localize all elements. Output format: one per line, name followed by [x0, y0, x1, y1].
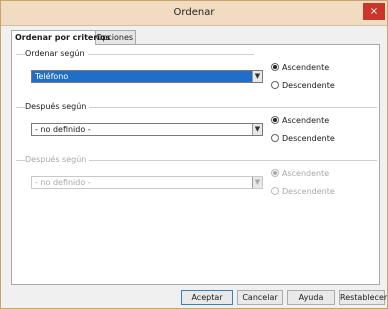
sort-key-2-descending-radio[interactable]: Descendente: [271, 134, 335, 144]
reset-button[interactable]: Restablecer: [339, 290, 387, 305]
sort-key-3-descending-radio[interactable]: Descendente: [271, 187, 335, 197]
sort-key-2-ascending-radio[interactable]: Ascendente: [271, 116, 329, 126]
sort-key-1-value: Teléfono: [35, 72, 69, 81]
help-button[interactable]: Ayuda: [287, 290, 335, 305]
sort-key-2-label: Después según: [25, 102, 90, 111]
sort-dialog: Ordenar × Ordenar por criterios Opciones…: [0, 0, 388, 309]
radio-label: Descendente: [282, 134, 335, 143]
sort-key-3-label: Después según: [25, 155, 90, 164]
radio-unchecked-icon: [271, 187, 279, 195]
sort-key-3-ascending-radio[interactable]: Ascendente: [271, 169, 329, 179]
sort-key-3-select[interactable]: - no definido - ▼: [31, 176, 263, 189]
sort-key-1-select[interactable]: Teléfono ▼: [31, 70, 263, 83]
chevron-down-icon: ▼: [252, 71, 262, 82]
radio-label: Ascendente: [282, 116, 330, 125]
title-bar: Ordenar ×: [1, 1, 387, 26]
sort-key-1-ascending-radio[interactable]: Ascendente: [271, 63, 329, 73]
radio-label: Ascendente: [282, 63, 330, 72]
radio-label: Descendente: [282, 187, 335, 196]
chevron-down-icon: ▼: [252, 124, 262, 135]
sort-key-1-label: Ordenar según: [25, 49, 88, 58]
tab-sort-criteria[interactable]: Ordenar por criterios: [11, 30, 110, 45]
cancel-button[interactable]: Cancelar: [237, 290, 283, 305]
accept-button[interactable]: Aceptar: [181, 290, 233, 305]
radio-checked-icon: [271, 169, 279, 177]
radio-unchecked-icon: [271, 81, 279, 89]
radio-label: Descendente: [282, 81, 335, 90]
radio-label: Ascendente: [282, 169, 330, 178]
sort-key-2-value: - no definido -: [35, 125, 91, 134]
radio-checked-icon: [271, 116, 279, 124]
window-title: Ordenar: [173, 7, 215, 18]
radio-unchecked-icon: [271, 134, 279, 142]
sort-key-3-value: - no definido -: [35, 178, 91, 187]
sort-criteria-panel: Ordenar según Teléfono ▼ Ascendente Desc…: [11, 44, 380, 285]
radio-checked-icon: [271, 63, 279, 71]
close-button[interactable]: ×: [363, 3, 385, 20]
sort-key-1-descending-radio[interactable]: Descendente: [271, 81, 335, 91]
sort-key-2-select[interactable]: - no definido - ▼: [31, 123, 263, 136]
chevron-down-icon: ▼: [252, 177, 262, 188]
